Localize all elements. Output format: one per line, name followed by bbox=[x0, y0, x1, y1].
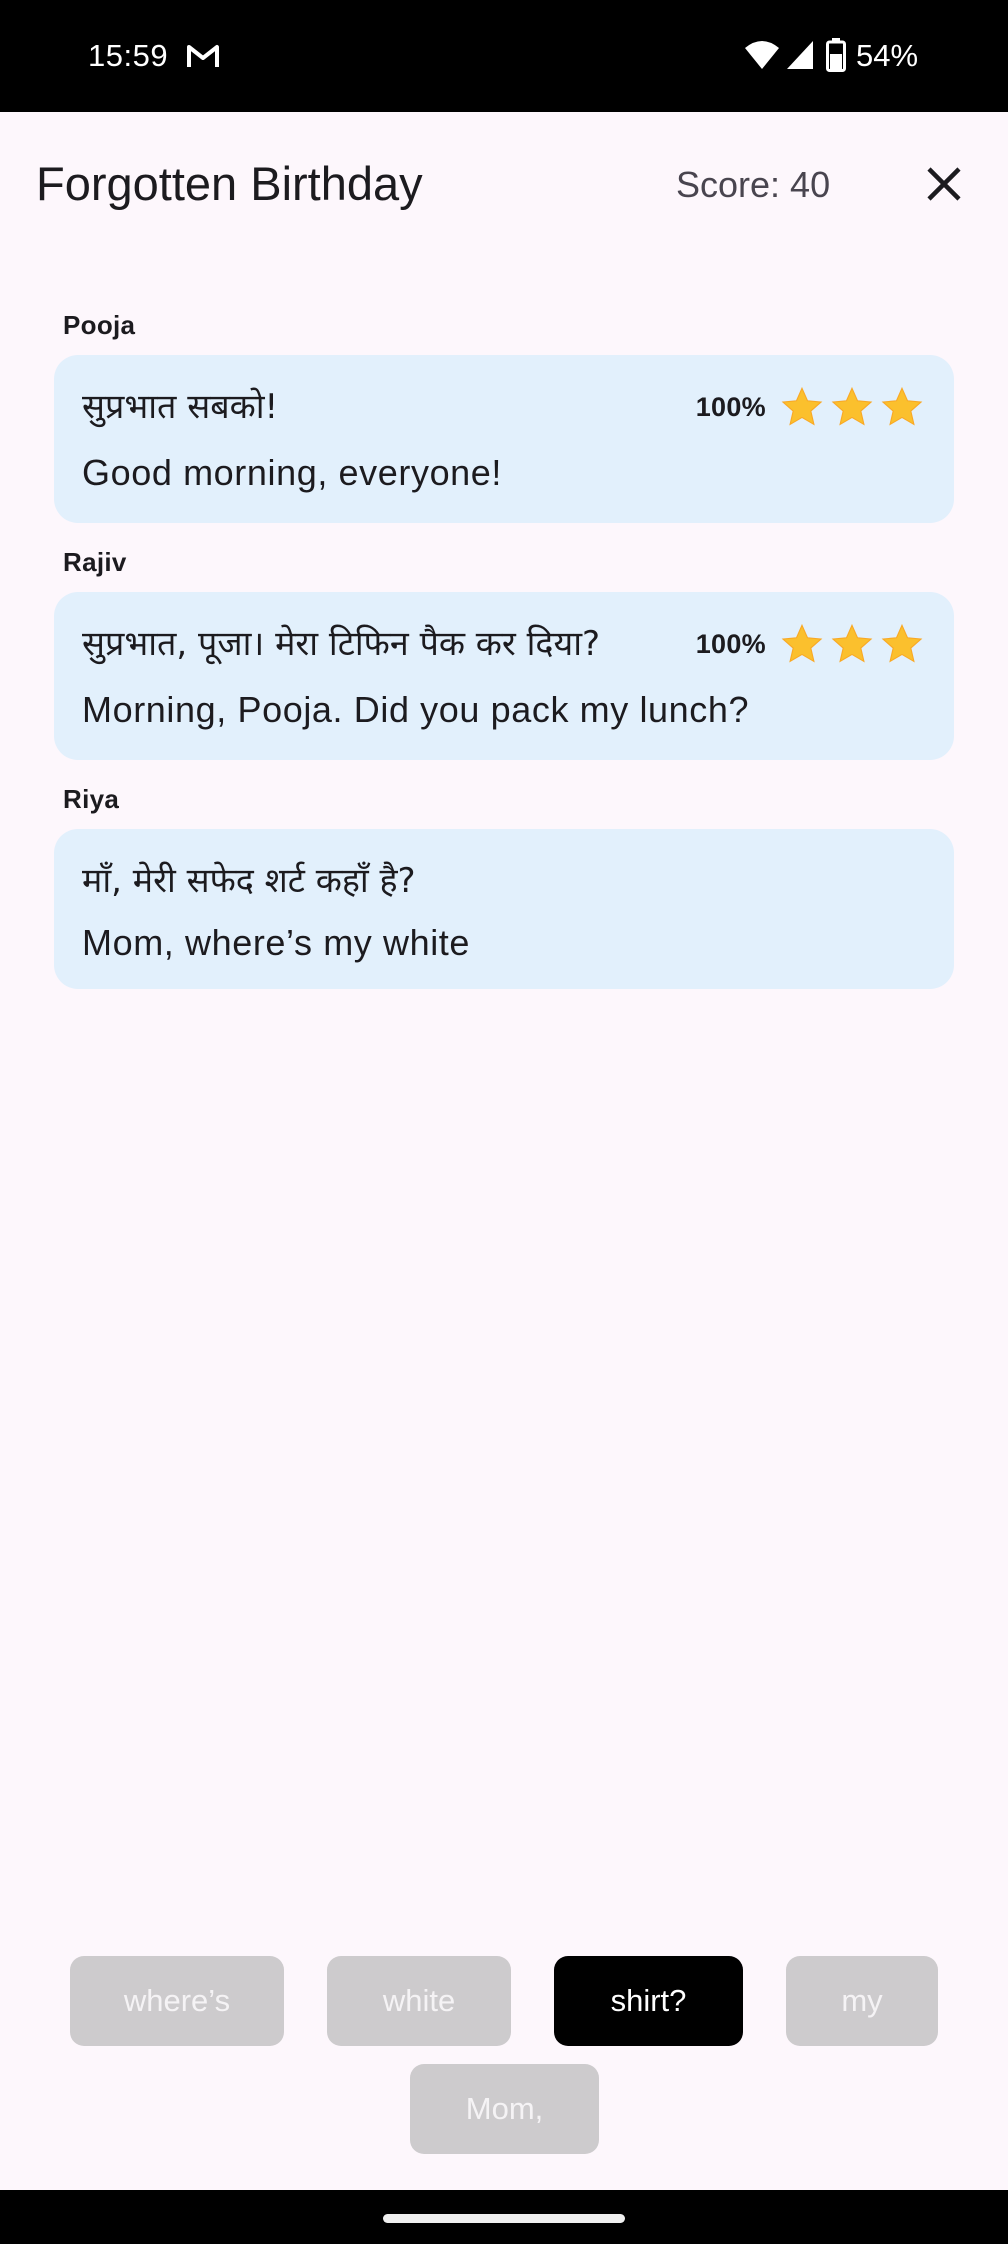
star-icon bbox=[881, 623, 923, 663]
score-percent: 100% bbox=[695, 391, 766, 422]
page-title: Forgotten Birthday bbox=[36, 157, 423, 210]
status-bar: 15:59 54% bbox=[0, 0, 1008, 112]
english-text: Morning, Pooja. Did you pack my lunch? bbox=[82, 689, 750, 730]
message-bubble: सुप्रभात सबको! Good morning, everyone! 1… bbox=[54, 355, 954, 523]
star-icon bbox=[881, 386, 923, 426]
status-time: 15:59 bbox=[88, 38, 169, 73]
star-icon bbox=[831, 623, 873, 663]
english-text-partial: Mom, where’s my white bbox=[82, 922, 471, 963]
wifi-icon bbox=[745, 41, 779, 69]
message-bubble: सुप्रभात, पूजा। मेरा टिफिन पैक कर दिया? … bbox=[54, 592, 954, 760]
score-percent: 100% bbox=[695, 628, 766, 659]
rating: 100% bbox=[696, 385, 924, 429]
message-bubble-current: माँ, मेरी सफेद शर्ट कहाँ है? Mom, where’… bbox=[54, 829, 954, 989]
app-header: Forgotten Birthday Score: 40 bbox=[0, 112, 1008, 262]
word-chip-my[interactable]: my bbox=[786, 1956, 938, 2046]
english-text: Good morning, everyone! bbox=[82, 452, 503, 493]
navigation-bar bbox=[0, 2190, 1008, 2244]
signal-icon bbox=[787, 41, 813, 69]
battery-percent: 54% bbox=[856, 38, 919, 73]
gmail-icon bbox=[187, 45, 219, 67]
hindi-text: माँ, मेरी सफेद शर्ट कहाँ है? bbox=[82, 861, 416, 901]
battery-icon bbox=[826, 38, 846, 72]
conversation-list: Pooja सुप्रभात सबको! Good morning, every… bbox=[54, 310, 954, 1013]
star-icon bbox=[781, 386, 823, 426]
word-chip-mom[interactable]: Mom, bbox=[410, 2064, 599, 2154]
home-handle[interactable] bbox=[383, 2214, 625, 2223]
rating: 100% bbox=[696, 622, 924, 666]
message-item: Rajiv सुप्रभात, पूजा। मेरा टिफिन पैक कर … bbox=[54, 547, 954, 760]
close-icon[interactable] bbox=[920, 160, 968, 208]
message-item: Riya माँ, मेरी सफेद शर्ट कहाँ है? Mom, w… bbox=[54, 784, 954, 989]
speaker-name: Pooja bbox=[63, 310, 136, 340]
word-chip-white[interactable]: white bbox=[327, 1956, 511, 2046]
star-icon bbox=[781, 623, 823, 663]
star-icon bbox=[831, 386, 873, 426]
message-item: Pooja सुप्रभात सबको! Good morning, every… bbox=[54, 310, 954, 523]
word-chip-wheres[interactable]: where’s bbox=[70, 1956, 284, 2046]
word-chip-shirt[interactable]: shirt? bbox=[554, 1956, 743, 2046]
score-label: Score: 40 bbox=[676, 164, 831, 205]
score-display: Score: 40 bbox=[676, 164, 830, 206]
speaker-name: Rajiv bbox=[63, 547, 127, 577]
speaker-name: Riya bbox=[63, 784, 120, 814]
